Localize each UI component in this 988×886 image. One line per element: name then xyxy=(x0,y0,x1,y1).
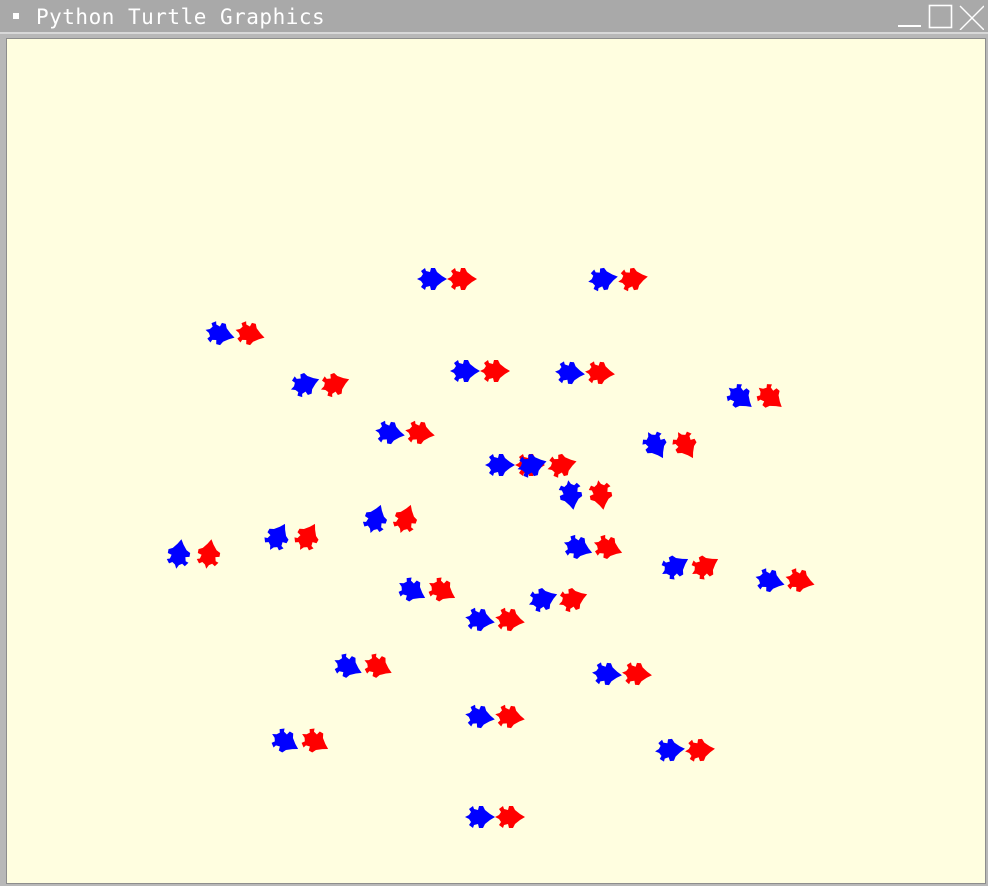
blue-turtle-stamp xyxy=(271,728,299,753)
red-turtle-stamp xyxy=(756,384,782,408)
red-turtle-stamp xyxy=(480,360,510,382)
turtle-window: Python Turtle Graphics xyxy=(0,0,988,886)
blue-turtle-stamp xyxy=(755,568,785,593)
blue-turtle-stamp xyxy=(205,321,235,346)
red-turtle-stamp xyxy=(405,420,435,445)
blue-turtle-stamp xyxy=(465,806,495,828)
red-turtle-stamp xyxy=(585,361,615,385)
blue-turtle-stamp xyxy=(555,361,585,385)
red-turtle-stamp xyxy=(495,607,525,632)
blue-turtle-stamp xyxy=(588,267,618,292)
turtle-canvas[interactable] xyxy=(6,38,986,884)
minimize-button[interactable] xyxy=(897,4,923,30)
red-turtle-stamp xyxy=(588,480,613,510)
red-turtle-stamp xyxy=(785,568,815,593)
red-turtle-stamp xyxy=(691,555,719,580)
close-icon xyxy=(959,5,984,30)
blue-turtle-stamp xyxy=(528,587,558,613)
red-turtle-stamp xyxy=(294,523,319,551)
red-turtle-stamp xyxy=(558,587,588,613)
blue-turtle-stamp xyxy=(465,704,495,729)
red-turtle-stamp xyxy=(364,653,392,678)
red-turtle-stamp xyxy=(392,504,418,534)
red-turtle-stamp xyxy=(320,372,350,398)
blue-turtle-stamp xyxy=(375,420,405,445)
maximize-button[interactable] xyxy=(928,4,954,30)
title-bar[interactable]: Python Turtle Graphics xyxy=(0,0,988,34)
window-frame xyxy=(0,34,988,886)
blue-turtle-stamp xyxy=(655,738,685,762)
blue-turtle-stamp xyxy=(563,534,593,560)
minimize-icon xyxy=(898,25,921,27)
blue-turtle-stamp xyxy=(642,431,667,459)
red-turtle-stamp xyxy=(301,728,329,753)
blue-turtle-stamp xyxy=(417,268,447,290)
blue-turtle-stamp xyxy=(592,662,622,686)
maximize-icon xyxy=(928,4,953,29)
red-turtle-stamp xyxy=(547,453,577,478)
red-turtle-stamp xyxy=(235,321,265,346)
blue-turtle-stamp xyxy=(264,523,289,551)
red-turtle-stamp xyxy=(593,534,623,560)
blue-turtle-stamp xyxy=(166,539,191,569)
blue-turtle-stamp xyxy=(290,372,320,398)
red-turtle-stamp xyxy=(618,267,648,292)
window-menu-icon[interactable] xyxy=(13,13,19,19)
close-button[interactable] xyxy=(958,4,984,30)
blue-turtle-stamp xyxy=(450,360,480,382)
blue-turtle-stamp xyxy=(362,504,388,534)
red-turtle-stamp xyxy=(428,577,456,602)
blue-turtle-stamp xyxy=(398,577,426,602)
turtle-drawing xyxy=(166,267,815,828)
blue-turtle-stamp xyxy=(465,607,495,632)
red-turtle-stamp xyxy=(622,662,652,686)
blue-turtle-stamp xyxy=(726,384,752,408)
window-title: Python Turtle Graphics xyxy=(36,5,326,29)
red-turtle-stamp xyxy=(672,431,697,459)
red-turtle-stamp xyxy=(685,738,715,762)
red-turtle-stamp xyxy=(495,704,525,729)
blue-turtle-stamp xyxy=(558,480,583,510)
blue-turtle-stamp xyxy=(661,555,689,580)
blue-turtle-stamp xyxy=(485,454,515,476)
red-turtle-stamp xyxy=(196,539,221,569)
blue-turtle-stamp xyxy=(334,653,362,678)
red-turtle-stamp xyxy=(447,268,477,290)
red-turtle-stamp xyxy=(495,806,525,828)
